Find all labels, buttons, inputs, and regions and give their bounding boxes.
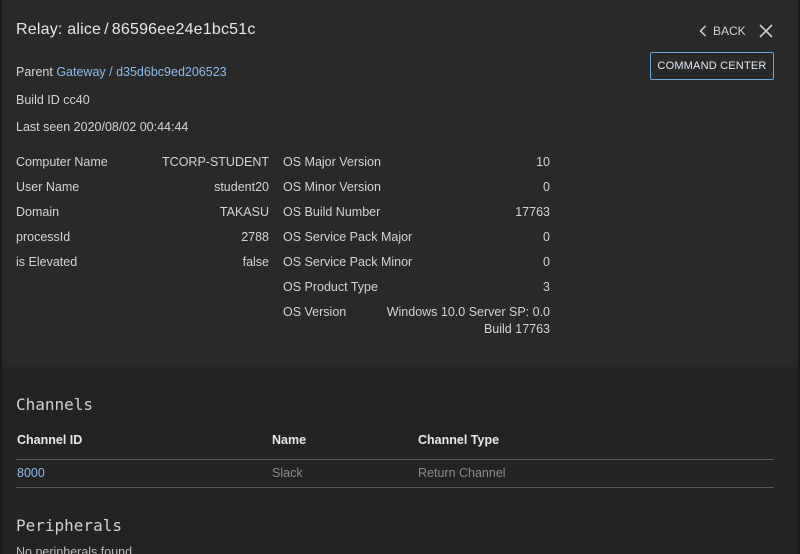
channel-id-link[interactable]: 8000	[17, 466, 45, 480]
property-value: 0	[543, 180, 550, 194]
property-label: OS Version	[283, 305, 347, 319]
property-label: OS Minor Version	[283, 180, 381, 194]
property-value: 3	[543, 280, 550, 294]
channel-name: Slack	[272, 466, 303, 480]
column-header-channel-type[interactable]: Channel Type	[418, 433, 499, 447]
page-title: Relay: alice/86596ee24e1bc51c	[16, 21, 256, 39]
property-value: 2788	[241, 230, 269, 244]
relay-detail-panel: Relay: alice/86596ee24e1bc51c BACK COMMA…	[2, 0, 798, 554]
property-label: OS Major Version	[283, 155, 381, 169]
column-header-name[interactable]: Name	[272, 433, 306, 447]
property-label: processId	[16, 230, 71, 244]
property-label: OS Product Type	[283, 280, 378, 294]
property-value: 10	[536, 155, 550, 169]
title-relay-id: 86596ee24e1bc51c	[111, 21, 256, 38]
channel-type: Return Channel	[418, 466, 506, 480]
property-value: student20	[214, 180, 269, 194]
back-label: BACK	[713, 24, 746, 38]
property-value: false	[242, 255, 269, 269]
property-label: OS Service Pack Minor	[283, 255, 413, 269]
title-prefix: Relay:	[16, 21, 63, 38]
title-relay-name: alice	[67, 21, 102, 38]
parent-label: Parent	[16, 65, 53, 79]
property-value-line2: Build 17763	[483, 322, 550, 336]
table-row-divider	[16, 487, 774, 488]
property-label: OS Build Number	[283, 205, 381, 219]
property-value: 0	[543, 230, 550, 244]
parent-gateway-link[interactable]: Gateway / d35d6bc9ed206523	[56, 65, 226, 79]
property-label: User Name	[16, 180, 80, 194]
table-header-divider	[16, 459, 774, 460]
property-label: Domain	[16, 205, 60, 219]
property-label: is Elevated	[16, 255, 78, 269]
parent-line: Parent Gateway / d35d6bc9ed206523	[16, 65, 227, 79]
property-label: Computer Name	[16, 155, 108, 169]
chevron-left-icon	[699, 25, 707, 37]
back-button[interactable]: BACK	[699, 24, 746, 38]
last-seen: Last seen 2020/08/02 00:44:44	[16, 120, 189, 134]
property-value: 17763	[515, 205, 550, 219]
property-value: 0	[543, 255, 550, 269]
column-header-channel-id[interactable]: Channel ID	[17, 433, 82, 447]
peripherals-empty-message: No peripherals found	[16, 545, 133, 554]
property-value: TAKASU	[219, 205, 269, 219]
property-value: Windows 10.0 Server SP: 0.0	[386, 305, 550, 319]
peripherals-title: Peripherals	[16, 516, 122, 535]
command-center-button[interactable]: COMMAND CENTER	[650, 52, 774, 80]
close-icon[interactable]	[758, 23, 774, 39]
property-value: TCORP-STUDENT	[162, 155, 269, 169]
title-separator: /	[104, 21, 109, 38]
property-label: OS Service Pack Major	[283, 230, 413, 244]
build-id: Build ID cc40	[16, 93, 90, 107]
channels-title: Channels	[16, 395, 94, 414]
